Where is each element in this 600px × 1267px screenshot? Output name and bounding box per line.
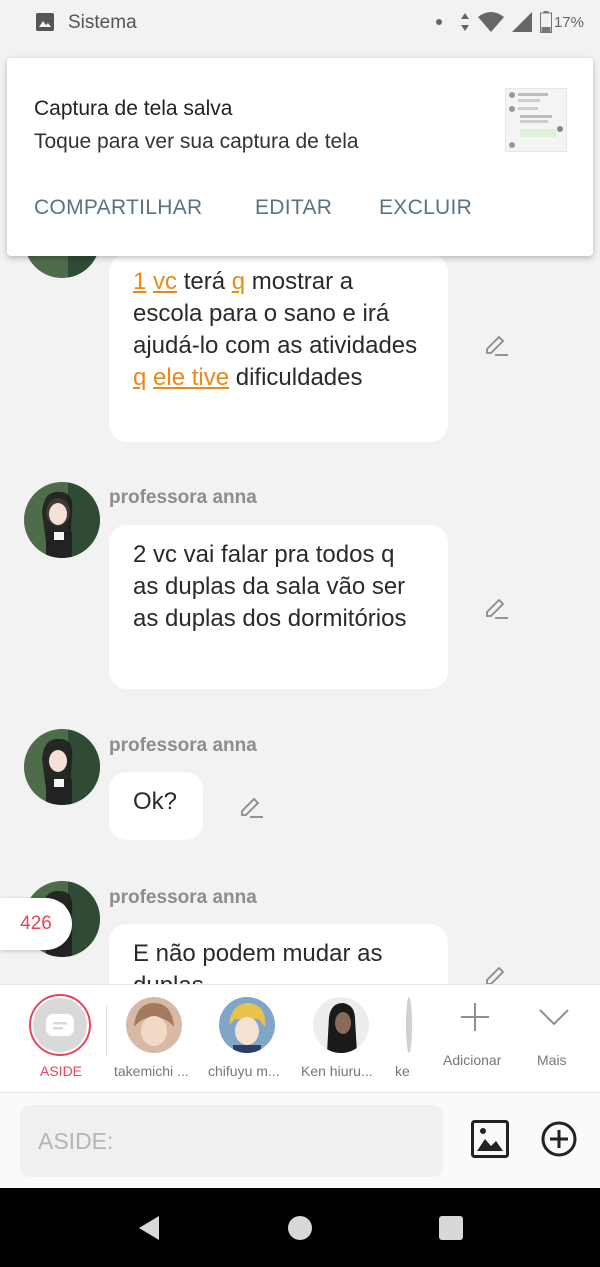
highlighted-word[interactable]: ele tive xyxy=(153,364,229,391)
chevron-down-icon xyxy=(539,1009,569,1026)
signal-icon xyxy=(511,12,532,32)
avatar-professora-anna[interactable] xyxy=(24,729,100,805)
highlighted-word[interactable]: vc xyxy=(153,268,177,295)
sender-name: professora anna xyxy=(109,887,257,908)
participant-avatar-chifuyu[interactable] xyxy=(219,997,275,1053)
edit-button[interactable]: EDITAR xyxy=(255,196,332,220)
participant-avatar-partial[interactable] xyxy=(406,997,412,1053)
sender-name: professora anna xyxy=(109,735,257,756)
participant-name: Ken hiuru... xyxy=(301,1063,373,1079)
highlighted-word[interactable]: q xyxy=(133,364,146,391)
delete-button[interactable]: EXCLUIR xyxy=(379,196,472,220)
participant-name: takemichi ... xyxy=(114,1063,189,1079)
home-icon[interactable] xyxy=(288,1216,312,1240)
message-text: 2 vc vai falar pra todos q as duplas da … xyxy=(133,541,407,632)
add-participant-button[interactable]: Adicionar xyxy=(440,985,510,1093)
notification-text: Toque para ver sua captura de tela xyxy=(34,130,359,153)
back-icon[interactable] xyxy=(137,1215,161,1241)
battery-icon xyxy=(539,11,552,33)
plus-icon xyxy=(461,1003,489,1031)
more-label: Mais xyxy=(537,1052,567,1068)
navigation-bar xyxy=(0,1188,600,1267)
aside-chat-icon xyxy=(46,1014,74,1036)
message-bubble[interactable]: Ok? xyxy=(109,772,203,840)
highlighted-word[interactable]: q xyxy=(232,268,245,295)
message-input[interactable] xyxy=(20,1105,443,1177)
status-bar: Sistema 17% xyxy=(0,0,600,46)
add-label: Adicionar xyxy=(443,1052,502,1068)
pencil-icon[interactable] xyxy=(483,331,509,357)
participants-bar: ASIDE takemichi ... chifuyu m... Ken hiu… xyxy=(0,984,600,1092)
image-icon xyxy=(36,13,54,31)
message-input-bar xyxy=(0,1092,600,1188)
screenshot-notification[interactable]: Captura de tela salva Toque para ver sua… xyxy=(7,58,593,256)
wifi-icon xyxy=(477,12,504,32)
aside-label: ASIDE xyxy=(40,1063,83,1079)
message-bubble[interactable]: 2 vc vai falar pra todos q as duplas da … xyxy=(109,525,448,689)
status-app-name: Sistema xyxy=(68,12,137,33)
screenshot-thumbnail[interactable] xyxy=(505,88,567,152)
unread-count-badge[interactable]: 426 xyxy=(0,898,72,950)
pencil-icon[interactable] xyxy=(238,793,264,819)
participant-avatar-ken[interactable] xyxy=(313,997,369,1053)
highlighted-word[interactable]: 1 xyxy=(133,268,146,295)
pencil-icon[interactable] xyxy=(483,594,509,620)
avatar-professora-anna[interactable] xyxy=(24,482,100,558)
participant-name: chifuyu m... xyxy=(208,1063,280,1079)
message-fragment: dificuldades xyxy=(229,364,363,391)
message-text: Ok? xyxy=(133,788,178,815)
sender-name: professora anna xyxy=(109,487,257,508)
share-button[interactable]: COMPARTILHAR xyxy=(34,196,203,220)
participant-avatar-takemichi[interactable] xyxy=(126,997,182,1053)
status-indicators: 17% xyxy=(435,11,584,33)
dot-icon xyxy=(435,19,442,25)
aside-button[interactable] xyxy=(29,994,91,1056)
plus-circle-icon[interactable] xyxy=(541,1121,577,1157)
recents-icon[interactable] xyxy=(439,1216,463,1240)
participant-name: ke xyxy=(395,1063,410,1079)
pencil-icon[interactable] xyxy=(483,962,509,984)
unread-count: 426 xyxy=(20,913,52,934)
notification-title: Captura de tela salva xyxy=(34,97,233,120)
battery-percent: 17% xyxy=(553,13,584,31)
data-arrows-icon xyxy=(460,13,469,31)
message-text: E não podem mudar as duplas xyxy=(133,940,383,984)
more-button[interactable]: Mais xyxy=(530,985,580,1093)
gallery-icon[interactable] xyxy=(471,1120,509,1158)
message-bubble[interactable]: 1 vc terá q mostrar a escola para o sano… xyxy=(109,254,448,442)
message-fragment: terá xyxy=(177,268,232,295)
message-text: 1 vc terá q mostrar a escola para o sano… xyxy=(133,268,417,391)
message-bubble[interactable]: E não podem mudar as duplas xyxy=(109,924,448,984)
divider xyxy=(106,1005,107,1057)
